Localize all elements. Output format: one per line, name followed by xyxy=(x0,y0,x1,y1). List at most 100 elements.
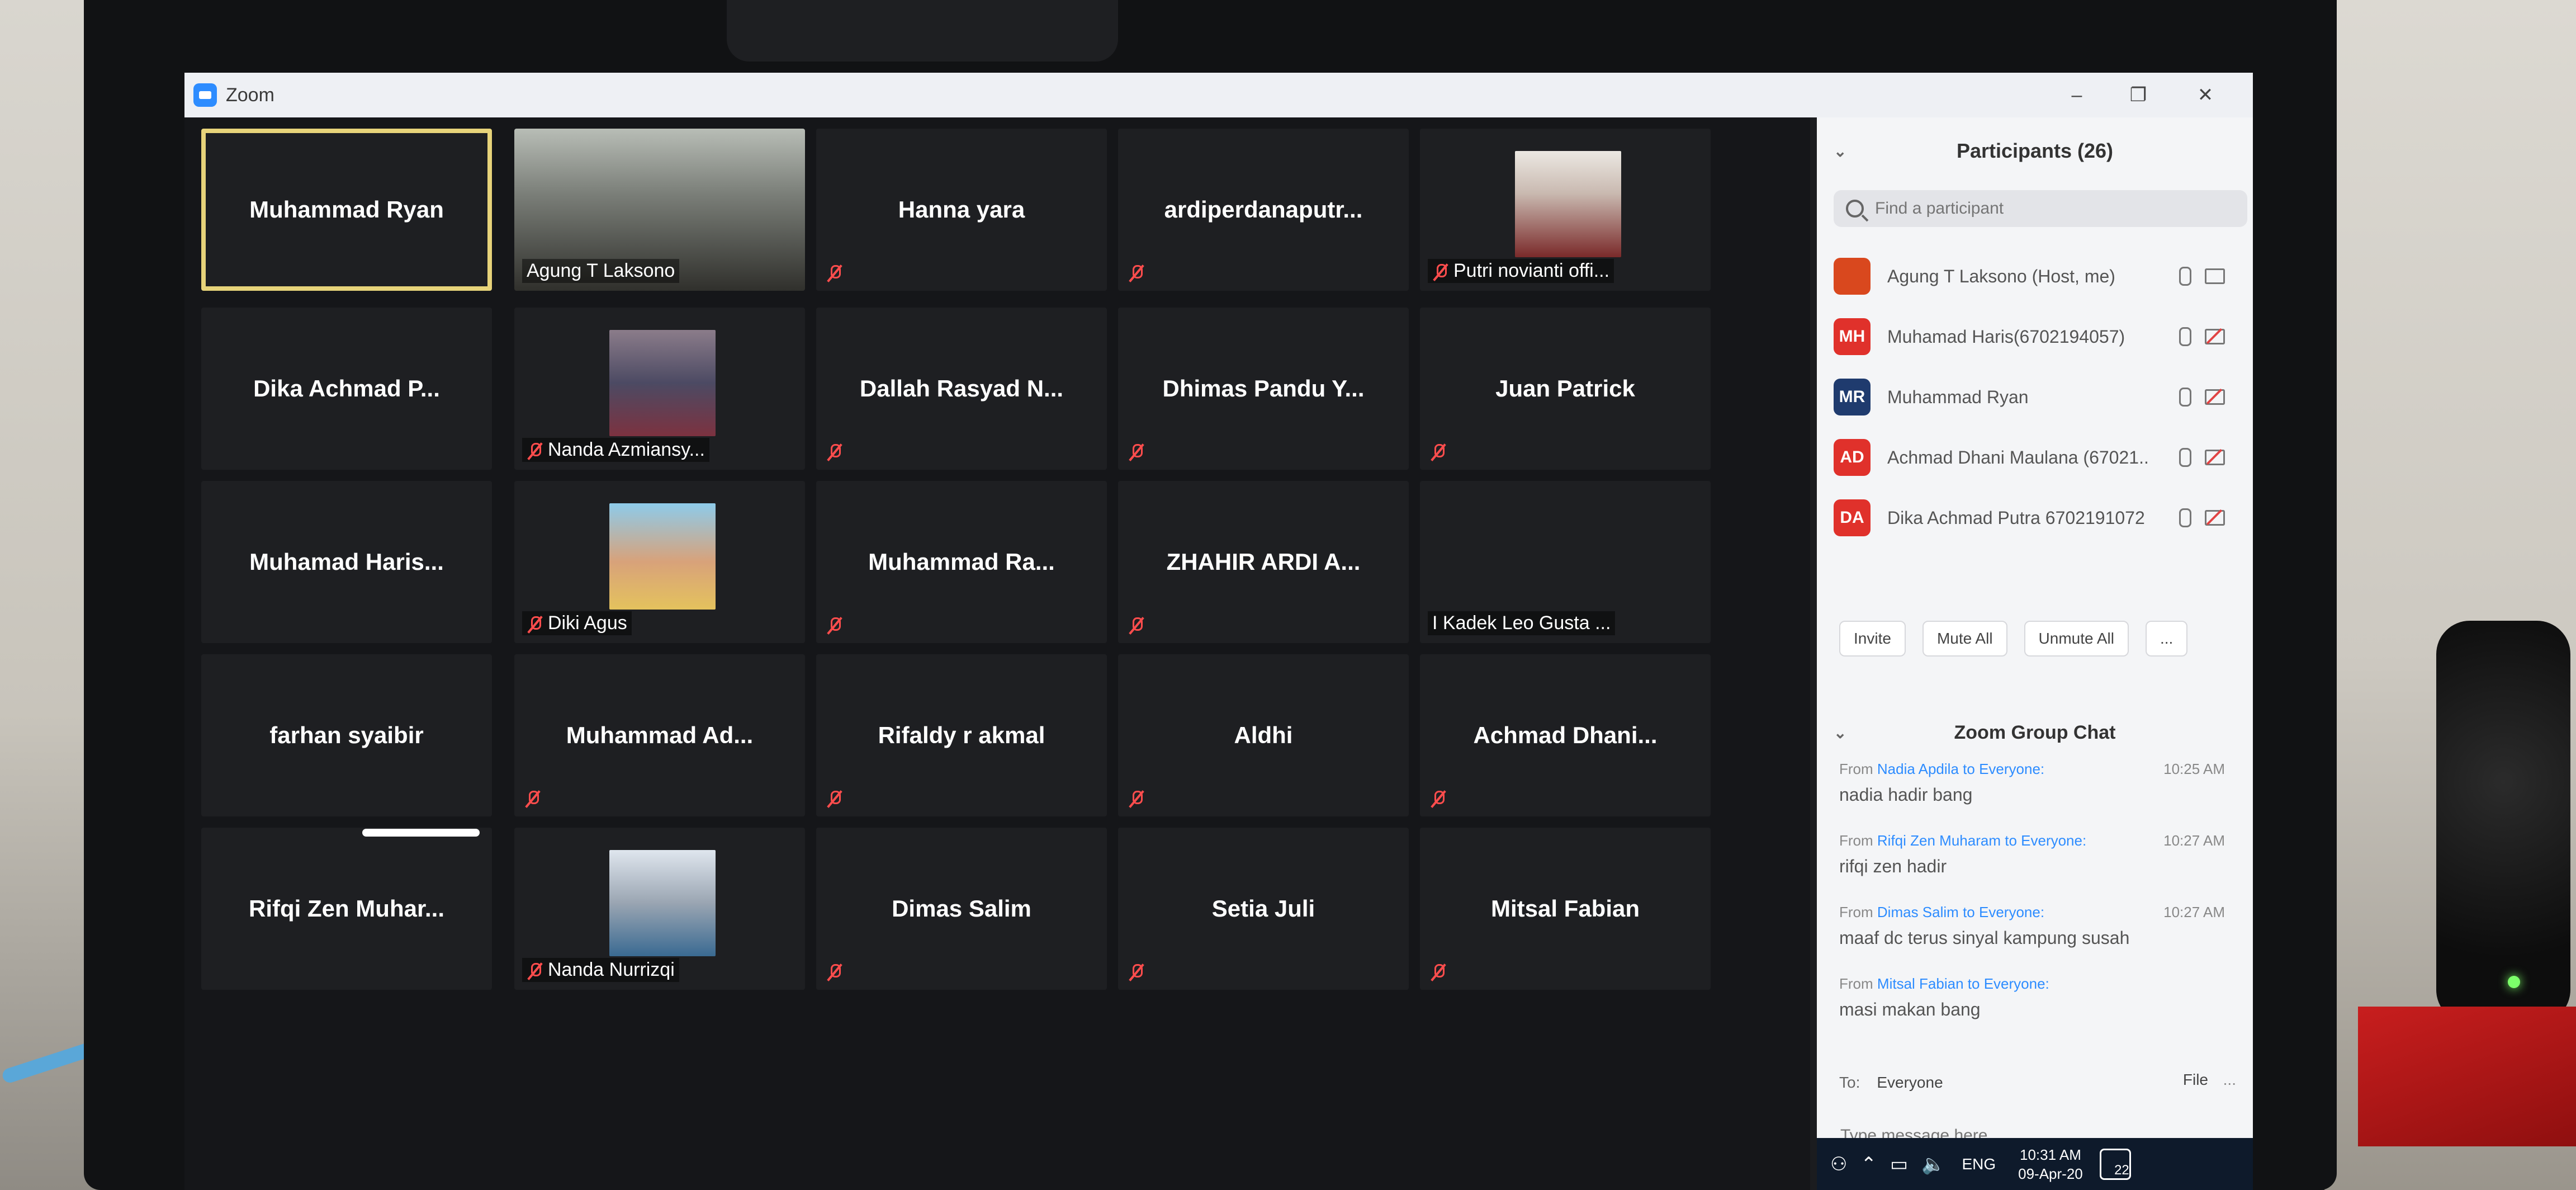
video-tile[interactable]: Rifqi Zen Muhar... xyxy=(201,828,492,990)
sender-name[interactable]: Mitsal Fabian xyxy=(1877,975,1964,992)
recipient-name: Everyone xyxy=(2021,832,2082,849)
mute-all-button[interactable]: Mute All xyxy=(1922,621,2007,657)
participant-row[interactable]: DA Dika Achmad Putra 6702191072 xyxy=(1817,488,2253,548)
video-tile[interactable]: Dhimas Pandu Y... xyxy=(1118,308,1409,470)
sender-name[interactable]: Dimas Salim xyxy=(1877,904,1959,920)
message-text: rifqi zen hadir xyxy=(1839,856,1947,876)
notification-center-icon[interactable]: 22 xyxy=(2099,1148,2131,1180)
network-icon[interactable]: ▭ xyxy=(1890,1153,1908,1175)
video-tile[interactable]: farhan syaibir xyxy=(201,654,492,816)
video-tile[interactable]: Dimas Salim xyxy=(816,828,1107,990)
participant-row[interactable]: Agung T Laksono (Host, me) xyxy=(1817,246,2253,306)
video-tile[interactable]: Nanda Nurrizqi xyxy=(514,828,805,990)
muted-mic-icon xyxy=(1128,963,1144,980)
chat-message: From Dimas Salim to Everyone: 10:27 AM maa… xyxy=(1839,904,2231,975)
screen: Zoom – ❐ ✕ Muhammad Ryan Agung T Laksono H… xyxy=(184,73,2253,1190)
recipient-name: Everyone xyxy=(1978,904,2040,920)
video-tile[interactable]: Diki Agus xyxy=(514,481,805,643)
avatar: MH xyxy=(1834,318,1871,355)
muted-mic-icon xyxy=(524,790,540,806)
video-tile[interactable]: Agung T Laksono xyxy=(514,129,805,291)
title-bar: Zoom – ❐ ✕ xyxy=(184,73,2253,117)
video-tile[interactable]: Aldhi xyxy=(1118,654,1409,816)
tile-name-label: I Kadek Leo Gusta ... xyxy=(1428,611,1616,635)
avatar: AD xyxy=(1834,439,1871,476)
to-label: To: xyxy=(1839,1074,1860,1091)
clock[interactable]: 10:31 AM 09-Apr-20 xyxy=(2018,1145,2083,1183)
video-tile[interactable]: Muhamad Haris... xyxy=(201,481,492,643)
file-button[interactable]: File xyxy=(2183,1071,2208,1089)
tile-participant-name: Muhamad Haris... xyxy=(249,549,444,575)
video-tile[interactable]: Hanna yara xyxy=(816,129,1107,291)
close-button[interactable]: ✕ xyxy=(2175,73,2236,117)
people-icon[interactable]: ⚇ xyxy=(1830,1153,1847,1175)
notification-count: 22 xyxy=(2114,1162,2129,1178)
video-tile[interactable]: ZHAHIR ARDI A... xyxy=(1118,481,1409,643)
minimize-button[interactable]: – xyxy=(2046,73,2108,117)
participant-search[interactable] xyxy=(1834,190,2247,227)
video-tile[interactable]: ardiperdanaputr... xyxy=(1118,129,1409,291)
chat-message: From Mitsal Fabian to Everyone: masi maka… xyxy=(1839,975,2231,1047)
muted-mic-icon xyxy=(527,615,542,632)
microphone-icon[interactable] xyxy=(2179,267,2191,286)
sender-name[interactable]: Rifqi Zen Muharam xyxy=(1877,832,2001,849)
chat-message: From Nadia Apdila to Everyone: 10:25 AM na… xyxy=(1839,761,2231,832)
chevron-down-icon[interactable]: ⌄ xyxy=(1834,724,1846,742)
unmute-all-button[interactable]: Unmute All xyxy=(2024,621,2129,657)
participant-search-input[interactable] xyxy=(1874,199,2234,219)
participant-row[interactable]: AD Achmad Dhani Maulana (67021... xyxy=(1817,427,2253,488)
recipient-select[interactable]: Everyone xyxy=(1877,1074,1943,1092)
chevron-up-icon[interactable]: ⌃ xyxy=(1860,1153,1877,1175)
video-icon[interactable] xyxy=(2205,268,2225,284)
tile-participant-name: Hanna yara xyxy=(898,196,1025,223)
video-tile[interactable]: Juan Patrick xyxy=(1420,308,1711,470)
video-tile[interactable]: Setia Juli xyxy=(1118,828,1409,990)
volume-icon[interactable]: 🔈 xyxy=(1921,1153,1945,1175)
video-tile[interactable]: Mitsal Fabian xyxy=(1420,828,1711,990)
invite-button[interactable]: Invite xyxy=(1839,621,1906,657)
microphone-icon[interactable] xyxy=(2179,508,2191,527)
video-off-icon[interactable] xyxy=(2205,389,2225,405)
video-off-icon[interactable] xyxy=(2205,329,2225,344)
video-tile[interactable]: I Kadek Leo Gusta ... xyxy=(1420,481,1711,643)
muted-mic-icon xyxy=(1128,616,1144,633)
video-tile[interactable]: Muhammad Ryan xyxy=(201,129,492,291)
tile-name-label: Putri novianti offi... xyxy=(1428,259,1614,283)
speaker-led xyxy=(2508,976,2520,988)
tile-name-label: Nanda Azmiansy... xyxy=(522,438,709,462)
red-box xyxy=(2358,1007,2576,1146)
sender-name[interactable]: Nadia Apdila xyxy=(1877,761,1959,777)
tile-participant-name: Diki Agus xyxy=(548,612,627,634)
recipient-name: Everyone xyxy=(1979,761,2040,777)
tile-participant-name: Nanda Nurrizqi xyxy=(548,959,675,980)
video-off-icon[interactable] xyxy=(2205,450,2225,465)
chat-more-button[interactable]: ... xyxy=(2223,1071,2236,1089)
tile-participant-name: Dika Achmad P... xyxy=(253,375,440,402)
more-button[interactable]: ... xyxy=(2145,621,2188,657)
participant-row[interactable]: MH Muhamad Haris(6702194057) xyxy=(1817,306,2253,367)
participant-row[interactable]: MR Muhammad Ryan xyxy=(1817,367,2253,427)
taskbar: ⚇ ⌃ ▭ 🔈 ENG 10:31 AM 09-Apr-20 22 xyxy=(1817,1138,2253,1190)
video-tile[interactable]: Achmad Dhani... xyxy=(1420,654,1711,816)
muted-mic-icon xyxy=(527,962,542,979)
video-off-icon[interactable] xyxy=(2205,510,2225,526)
participant-name: Agung T Laksono (Host, me) xyxy=(1887,266,2115,286)
microphone-icon[interactable] xyxy=(2179,448,2191,467)
language-indicator[interactable]: ENG xyxy=(1962,1155,1996,1173)
video-tile[interactable]: Rifaldy r akmal xyxy=(816,654,1107,816)
tile-participant-name: Rifqi Zen Muhar... xyxy=(248,895,444,922)
chevron-down-icon[interactable]: ⌄ xyxy=(1834,142,1846,160)
message-time: 10:27 AM xyxy=(2163,904,2225,920)
video-tile[interactable]: Muhammad Ra... xyxy=(816,481,1107,643)
restore-button[interactable]: ❐ xyxy=(2108,73,2169,117)
participants-header: ⌄ Participants (26) xyxy=(1817,134,2253,168)
video-tile[interactable]: Dallah Rasyad N... xyxy=(816,308,1107,470)
video-tile[interactable]: Muhammad Ad... xyxy=(514,654,805,816)
video-tile[interactable]: Dika Achmad P... xyxy=(201,308,492,470)
clock-date: 09-Apr-20 xyxy=(2018,1165,2083,1182)
microphone-icon[interactable] xyxy=(2179,327,2191,346)
video-tile[interactable]: Putri novianti offi... xyxy=(1420,129,1711,291)
video-tile[interactable]: Nanda Azmiansy... xyxy=(514,308,805,470)
muted-mic-icon xyxy=(1432,263,1448,280)
microphone-icon[interactable] xyxy=(2179,388,2191,407)
